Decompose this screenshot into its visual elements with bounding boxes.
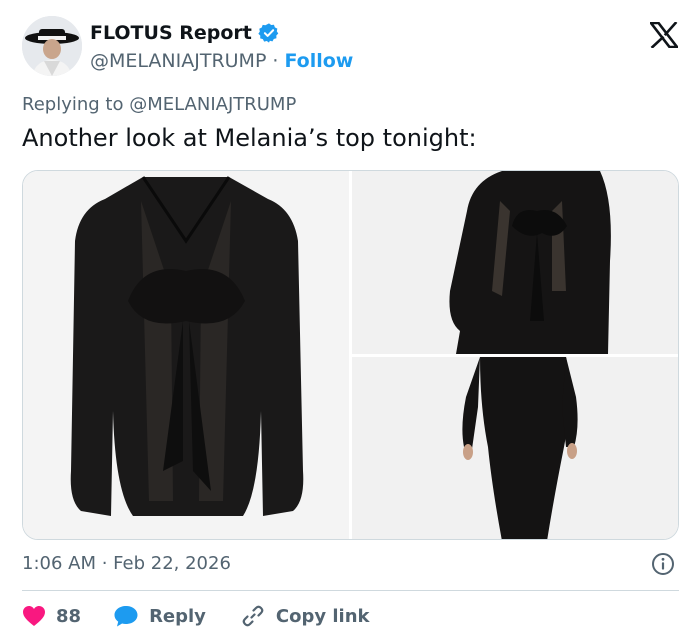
name-row: FLOTUS Report (90, 22, 280, 44)
media-photo-blouse-front[interactable] (23, 171, 349, 539)
action-bar: 88 Reply Copy link (22, 602, 370, 630)
heart-icon (23, 606, 45, 626)
display-name[interactable]: FLOTUS Report (90, 22, 252, 44)
reply-button[interactable]: Reply (113, 604, 206, 628)
tweet-text: Another look at Melania’s top tonight: (22, 124, 477, 152)
avatar-image (22, 16, 82, 76)
link-icon (242, 605, 264, 627)
handle[interactable]: @MELANIAJTRUMP (90, 50, 266, 72)
tweet-header: FLOTUS Report @MELANIAJTRUMP · Follow (22, 16, 682, 78)
info-icon[interactable] (651, 552, 675, 576)
reply-label: Reply (149, 605, 206, 627)
like-button[interactable]: 88 (22, 605, 81, 627)
media-grid (22, 170, 679, 540)
handle-row: @MELANIAJTRUMP · Follow (90, 50, 353, 72)
blouse-front-image (23, 171, 349, 539)
media-photo-model-top[interactable] (352, 171, 678, 354)
copy-link-label: Copy link (275, 605, 370, 627)
timestamp[interactable]: 1:06 AM · Feb 22, 2026 (22, 553, 231, 574)
x-logo-icon[interactable] (650, 22, 678, 48)
model-full-image (352, 357, 678, 539)
model-top-image (352, 171, 678, 354)
avatar[interactable] (22, 16, 82, 76)
follow-button[interactable]: Follow (284, 50, 353, 72)
like-count: 88 (56, 605, 82, 627)
copy-link-button[interactable]: Copy link (240, 603, 370, 629)
reply-bubble-icon (114, 606, 138, 627)
replying-to: Replying to @MELANIAJTRUMP (22, 94, 297, 115)
media-photo-model-full[interactable] (352, 357, 678, 539)
verified-badge-icon (258, 23, 279, 43)
divider (22, 590, 679, 591)
separator-dot: · (272, 50, 279, 72)
